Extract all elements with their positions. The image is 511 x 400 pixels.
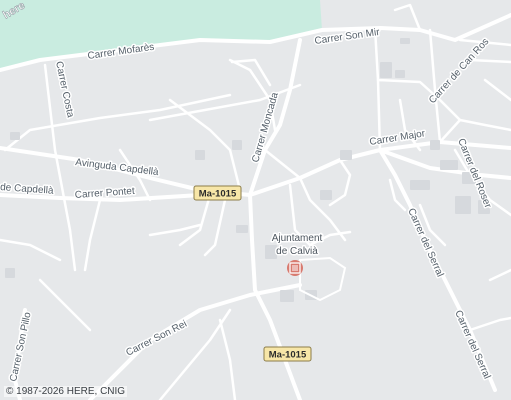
map-copyright: © 1987-2026 HERE, CNIG xyxy=(4,386,128,397)
road-shield-bottom-label: Ma-1015 xyxy=(269,350,307,361)
here-logo-text: here xyxy=(1,0,26,20)
road-shield-top: Ma-1015 xyxy=(193,185,242,201)
town-hall-icon[interactable] xyxy=(287,260,303,276)
map-view[interactable]: Carrer Mofarès Carrer Son Mir Carrer de … xyxy=(0,0,511,400)
map-canvas: Carrer Mofarès Carrer Son Mir Carrer de … xyxy=(0,0,511,400)
here-logo-icon: here xyxy=(1,0,26,20)
road-shield-bottom: Ma-1015 xyxy=(263,346,312,362)
poi-label-line1: Ajuntament xyxy=(272,233,323,244)
road-shield-top-label: Ma-1015 xyxy=(199,189,237,200)
poi-label-line2: de Calvià xyxy=(276,246,318,257)
